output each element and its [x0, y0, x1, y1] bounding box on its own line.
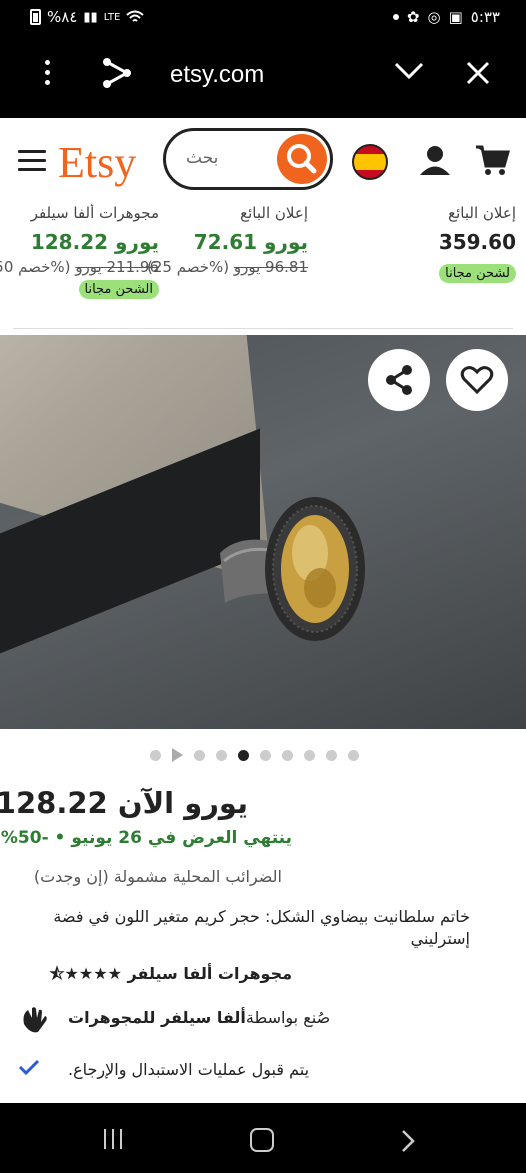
carousel-dot[interactable] — [260, 749, 271, 761]
heart-icon — [460, 366, 494, 395]
search-button[interactable] — [277, 134, 327, 184]
carousel-dot[interactable] — [216, 749, 227, 761]
recommended-item[interactable]: إعلان البائع يورو 72.61 (خصم 25%) 96.81 … — [147, 204, 308, 276]
item-price: يورو 72.61 — [193, 230, 308, 254]
signal-icon: ▮▮ — [83, 9, 98, 25]
home-icon[interactable] — [250, 1128, 274, 1152]
product-price: 128.22 يورو الآن — [0, 786, 248, 820]
sale-info: ينتهي العرض في 26 يونيو • -50% — [0, 828, 292, 848]
maker-info: صُنع بواسطةألفا سيلفر للمجوهرات — [18, 1004, 330, 1040]
product-title: خاتم سلطانيت بيضاوي الشكل: حجر كريم متغي… — [53, 907, 470, 948]
favorite-button[interactable] — [446, 349, 508, 411]
carousel-dot[interactable] — [282, 749, 293, 761]
item-price: 359.60 — [438, 230, 516, 254]
item-price: يورو 128.22 — [30, 230, 159, 254]
status-bar: %٨٤ ▮▮ LTE ✿ ◎ ▣ ٥:٣٣ — [0, 0, 526, 34]
chevron-down-icon[interactable] — [393, 60, 425, 82]
system-navigation-bar — [0, 1103, 526, 1173]
url-text[interactable]: etsy.com — [170, 61, 264, 89]
etsy-logo[interactable]: Etsy — [58, 138, 136, 188]
shop-rating-line[interactable]: مجوهرات ألفا سيلفر ★★★★⯪ — [49, 963, 292, 990]
tax-note: الضرائب المحلية مشمولة (إن وجدت) — [33, 867, 282, 886]
share-icon — [386, 365, 412, 395]
hamburger-menu-icon[interactable] — [18, 150, 46, 177]
close-icon[interactable] — [465, 60, 491, 86]
whatsapp-icon: ◎ — [427, 8, 441, 26]
gallery-icon: ▣ — [448, 8, 463, 26]
old-price: (خصم 25%) 96.81 يورو — [146, 258, 308, 276]
returns-info: يتم قبول عمليات الاستبدال والإرجاع. — [18, 1058, 309, 1080]
old-price: (خصم 50%) 211.96 يورو — [0, 258, 159, 276]
hand-icon — [23, 1007, 47, 1033]
user-icon[interactable] — [418, 144, 452, 176]
share-button[interactable] — [368, 349, 430, 411]
recommendations-row: إعلان البائع 359.60 لشحن مجانا إعلان الب… — [0, 204, 526, 330]
maker-name[interactable]: ألفا سيلفر للمجوهرات — [68, 1008, 246, 1027]
carousel-dot[interactable] — [304, 749, 315, 761]
carousel-dot[interactable] — [150, 749, 161, 761]
back-icon[interactable] — [400, 1128, 416, 1154]
spain-flag-icon[interactable] — [352, 144, 388, 180]
free-shipping-badge: لشحن مجانا — [439, 264, 516, 283]
notification-dot-icon — [392, 14, 399, 20]
more-menu-icon[interactable] — [37, 60, 57, 90]
search-box[interactable]: بحث — [163, 128, 333, 190]
carousel-dot[interactable] — [348, 749, 359, 761]
product-image[interactable] — [0, 335, 526, 729]
sale-end-date: ينتهي العرض في 26 يونيو — [71, 828, 292, 848]
search-input[interactable]: بحث — [186, 148, 218, 168]
star-rating-icon: ★★★★⯪ — [49, 964, 122, 983]
recommended-item[interactable]: إعلان البائع 359.60 لشحن مجانا — [439, 204, 516, 283]
recommended-item[interactable]: مجوهرات ألفا سيلفر يورو 128.22 (خصم 50%)… — [0, 204, 159, 299]
ad-label: إعلان البائع — [448, 204, 516, 222]
shop-name: مجوهرات ألفا سيلفر — [30, 204, 159, 222]
browser-toolbar: etsy.com — [0, 34, 526, 118]
ad-label: إعلان البائع — [240, 204, 308, 222]
free-shipping-badge: الشحن مجانا — [78, 280, 159, 299]
divider — [13, 328, 513, 329]
carousel-dot-active[interactable] — [238, 749, 249, 761]
site-header: Etsy بحث — [0, 118, 526, 204]
carousel-dot[interactable] — [194, 749, 205, 761]
clock-time: ٥:٣٣ — [470, 8, 500, 26]
carousel-indicator — [150, 747, 359, 763]
recent-apps-icon[interactable] — [104, 1129, 122, 1149]
share-icon[interactable] — [101, 56, 133, 90]
maker-prefix: صُنع بواسطة — [245, 1008, 331, 1027]
shop-name[interactable]: مجوهرات ألفا سيلفر — [128, 964, 293, 983]
fan-icon: ✿ — [406, 8, 420, 26]
cart-icon[interactable] — [474, 144, 510, 176]
wifi-icon — [126, 10, 144, 22]
battery-icon — [30, 9, 41, 25]
returns-text: يتم قبول عمليات الاستبدال والإرجاع. — [68, 1060, 310, 1079]
checkmark-icon — [18, 1059, 40, 1076]
ring-photo — [220, 497, 365, 641]
discount-percent: -50% — [0, 828, 49, 848]
battery-level: %٨٤ — [47, 8, 78, 26]
carousel-dot[interactable] — [326, 749, 337, 761]
video-play-icon[interactable] — [172, 748, 183, 762]
search-icon — [287, 144, 317, 174]
network-type: LTE — [103, 11, 121, 23]
